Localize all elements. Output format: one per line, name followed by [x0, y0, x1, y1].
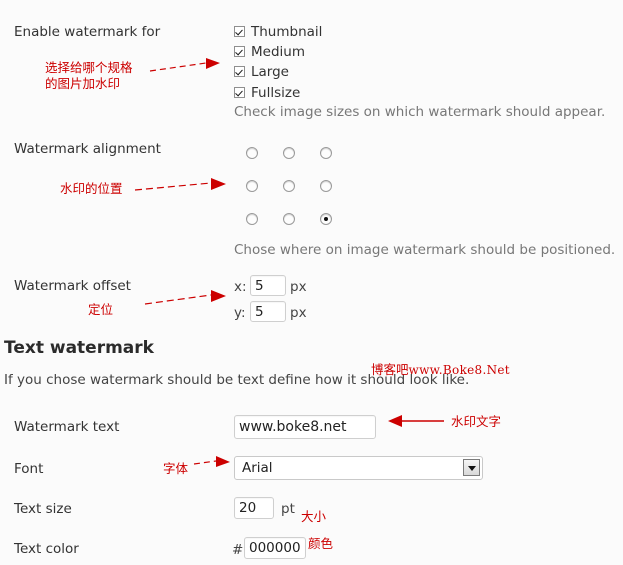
font-select[interactable]: Arial [234, 456, 483, 480]
annotation-font: 字体 [163, 461, 189, 476]
radio-align-top-right[interactable] [320, 147, 332, 159]
annotation-enable-watermark: 选择给哪个规格 的图片加水印 [45, 60, 133, 91]
text-color-label: Text color [14, 541, 79, 557]
annotation-offset: 定位 [88, 302, 114, 317]
watermark-stamp-cn: 博客吧 [371, 362, 409, 377]
font-select-value: Arial [242, 460, 273, 476]
checkbox-item-thumbnail[interactable]: Thumbnail [234, 22, 322, 42]
text-color-input[interactable] [244, 537, 306, 559]
enable-watermark-hint: Check image sizes on which watermark sho… [234, 104, 606, 120]
radio-align-bottom-center[interactable] [283, 213, 295, 225]
watermark-text-label: Watermark text [14, 419, 120, 435]
watermark-text-input[interactable] [234, 415, 376, 439]
annotation-arrow-offset [144, 290, 226, 305]
text-size-label: Text size [14, 501, 72, 517]
annotation-arrow-enable [149, 58, 220, 72]
text-color-prefix: # [232, 542, 244, 558]
checkbox-thumbnail[interactable] [234, 26, 245, 37]
checkbox-item-fullsize[interactable]: Fullsize [234, 83, 300, 103]
radio-align-middle-right[interactable] [320, 180, 332, 192]
checkbox-medium[interactable] [234, 46, 245, 57]
checkbox-item-large[interactable]: Large [234, 62, 289, 82]
radio-align-middle-center[interactable] [283, 180, 295, 192]
annotation-arrow-alignment [134, 178, 226, 191]
checkbox-label-large: Large [251, 64, 289, 80]
annotation-arrow-text [388, 415, 444, 427]
radio-align-top-center[interactable] [283, 147, 295, 159]
radio-align-bottom-right[interactable] [320, 213, 332, 225]
checkbox-fullsize[interactable] [234, 87, 245, 98]
watermark-offset-label: Watermark offset [14, 278, 131, 294]
text-size-unit: pt [281, 501, 295, 517]
checkbox-large[interactable] [234, 66, 245, 77]
chevron-down-icon[interactable] [463, 459, 480, 476]
offset-x-prefix: x: [234, 279, 247, 295]
text-size-input[interactable] [234, 497, 274, 519]
offset-x-input[interactable] [250, 275, 286, 296]
offset-y-unit: px [290, 305, 307, 321]
watermark-stamp: 博客吧www.Boke8.Net [371, 359, 510, 378]
offset-x-unit: px [290, 279, 307, 295]
watermark-alignment-label: Watermark alignment [14, 141, 161, 157]
annotation-size: 大小 [301, 509, 327, 524]
enable-watermark-label: Enable watermark for [14, 24, 161, 40]
checkbox-label-thumbnail: Thumbnail [251, 24, 323, 40]
settings-page: Enable watermark for Thumbnail Medium La… [0, 0, 623, 565]
radio-align-bottom-left[interactable] [246, 213, 258, 225]
annotation-arrow-font [193, 456, 230, 467]
annotation-alignment: 水印的位置 [60, 181, 123, 196]
watermark-alignment-hint: Chose where on image watermark should be… [234, 242, 616, 258]
section-heading-text-watermark: Text watermark [4, 338, 154, 358]
offset-y-input[interactable] [250, 301, 286, 322]
checkbox-label-medium: Medium [251, 44, 305, 60]
radio-align-top-left[interactable] [246, 147, 258, 159]
radio-align-middle-left[interactable] [246, 180, 258, 192]
font-label: Font [14, 461, 44, 477]
annotation-color: 颜色 [308, 536, 334, 551]
checkbox-item-medium[interactable]: Medium [234, 42, 305, 62]
checkbox-label-fullsize: Fullsize [251, 85, 301, 101]
offset-y-prefix: y: [234, 305, 246, 321]
watermark-stamp-url: www.Boke8.Net [408, 363, 510, 377]
annotation-text: 水印文字 [451, 414, 502, 429]
